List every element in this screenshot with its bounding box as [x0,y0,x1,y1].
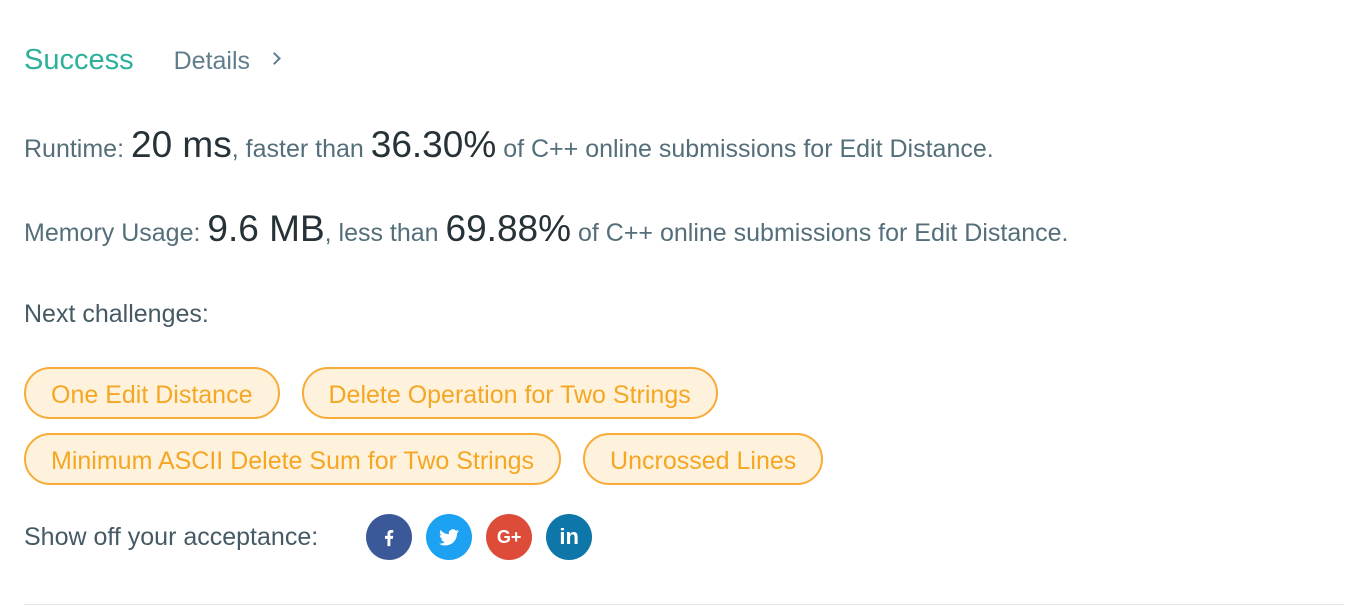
challenge-tag-uncrossed-lines[interactable]: Uncrossed Lines [583,433,824,485]
memory-stat: Memory Usage: 9.6 MB, less than 69.88% o… [24,208,1069,250]
runtime-percent: 36.30% [370,124,497,165]
challenge-row-2: Minimum ASCII Delete Sum for Two Strings… [24,433,824,485]
challenge-row-1: One Edit Distance Delete Operation for T… [24,367,718,419]
memory-label: Memory Usage: [24,219,201,247]
chevron-right-icon [268,52,281,65]
runtime-comparison: , faster than [231,135,364,163]
memory-suffix: of C++ online submissions for Edit Dista… [577,219,1069,247]
runtime-stat: Runtime: 20 ms, faster than 36.30% of C+… [24,124,994,166]
memory-comparison: , less than [324,219,439,247]
challenge-tag-minimum-ascii-delete-sum[interactable]: Minimum ASCII Delete Sum for Two Strings [24,433,562,485]
share-label: Show off your acceptance: [24,522,319,551]
status-label: Success [24,44,134,76]
twitter-glyph [439,529,460,546]
details-label: Details [173,47,251,75]
bottom-divider [24,604,1344,605]
runtime-suffix: of C++ online submissions for Edit Dista… [503,135,994,163]
details-link[interactable]: Details [173,47,281,76]
linkedin-icon[interactable]: in [546,514,593,560]
twitter-icon[interactable] [426,514,473,560]
google-plus-icon[interactable]: G+ [486,514,533,560]
runtime-value: 20 ms [131,124,232,165]
challenge-tag-delete-operation[interactable]: Delete Operation for Two Strings [301,367,718,419]
facebook-icon[interactable] [366,514,413,560]
google-plus-glyph: G+ [496,526,522,547]
memory-value: 9.6 MB [207,208,325,249]
result-header: Success Details [24,44,281,77]
runtime-label: Runtime: [24,135,125,163]
challenge-tag-one-edit-distance[interactable]: One Edit Distance [24,367,280,419]
linkedin-glyph: in [559,524,579,549]
memory-percent: 69.88% [445,208,572,249]
share-row: Show off your acceptance: G+ in [24,514,606,560]
facebook-glyph [385,529,394,547]
next-challenges-label: Next challenges: [24,300,209,328]
submission-result-panel: Success Details Runtime: 20 ms, faster t… [24,0,1344,606]
